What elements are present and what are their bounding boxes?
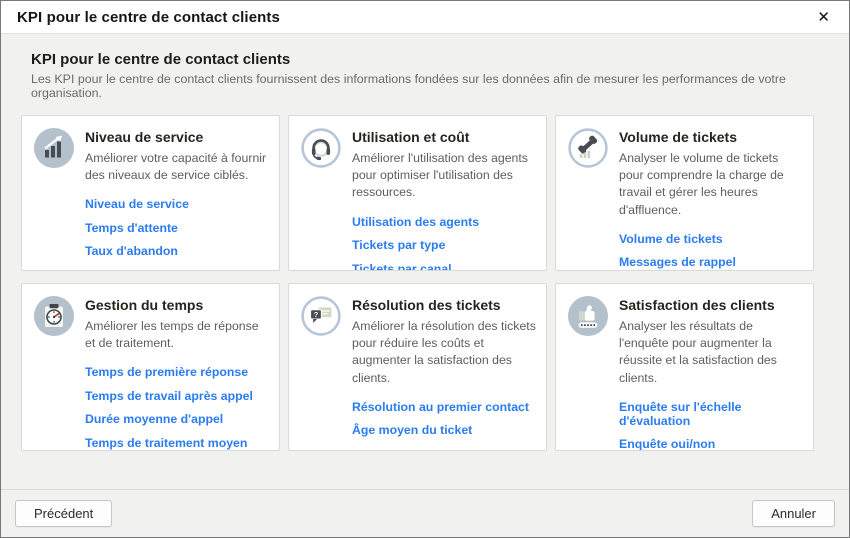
card-volume-de-tickets: Volume de tickets Analyser le volume de … (555, 115, 814, 271)
card-title: Utilisation et coût (352, 129, 536, 145)
kpi-link[interactable]: Résolution au premier contact (352, 400, 536, 414)
kpi-link[interactable]: Utilisation des agents (352, 215, 536, 229)
card-title: Niveau de service (85, 129, 269, 145)
kpi-link[interactable]: Durée moyenne d'appel (85, 412, 269, 426)
chat-question-icon: ? (301, 296, 341, 336)
card-links: Volume de tickets Messages de rappel Tra… (619, 232, 803, 271)
dialog-content: KPI pour le centre de contact clients Le… (1, 34, 849, 489)
card-description: Analyser le volume de tickets pour compr… (619, 150, 803, 219)
cancel-button[interactable]: Annuler (752, 500, 835, 527)
card-title: Volume de tickets (619, 129, 803, 145)
kpi-link[interactable]: Temps de travail après appel (85, 389, 269, 403)
kpi-link[interactable]: Temps de traitement moyen (85, 436, 269, 450)
kpi-link[interactable]: Tickets par type (352, 238, 536, 252)
kpi-link[interactable]: Enquête sur l'échelle d'évaluation (619, 400, 803, 428)
card-description: Améliorer l'utilisation des agents pour … (352, 150, 536, 202)
kpi-dialog: KPI pour le centre de contact clients ✕ … (0, 0, 850, 538)
card-body: Satisfaction des clients Analyser les ré… (619, 296, 803, 451)
card-description: Améliorer votre capacité à fournir des n… (85, 150, 269, 184)
dialog-titlebar: KPI pour le centre de contact clients ✕ (1, 1, 849, 34)
card-title: Satisfaction des clients (619, 297, 803, 313)
kpi-link[interactable]: Temps de première réponse (85, 365, 269, 379)
page-subtitle: Les KPI pour le centre de contact client… (31, 72, 829, 100)
card-links: Temps de première réponse Temps de trava… (85, 365, 269, 450)
previous-button[interactable]: Précédent (15, 500, 112, 527)
bar-chart-trend-icon (34, 128, 74, 168)
card-description: Améliorer les temps de réponse et de tra… (85, 318, 269, 352)
window-title: KPI pour le centre de contact clients (17, 9, 810, 26)
phone-volume-icon (568, 128, 608, 168)
kpi-link[interactable]: Taux d'abandon (85, 244, 269, 258)
card-title: Résolution des tickets (352, 297, 536, 313)
card-gestion-du-temps: Gestion du temps Améliorer les temps de … (21, 283, 280, 451)
card-description: Analyser les résultats de l'enquête pour… (619, 318, 803, 387)
kpi-link[interactable]: Messages de rappel (619, 255, 803, 269)
card-utilisation-et-cout: Utilisation et coût Améliorer l'utilisat… (288, 115, 547, 271)
kpi-link[interactable]: Vitesse moyenne de réponse (85, 268, 269, 271)
svg-text:?: ? (314, 310, 319, 319)
dialog-footer: Précédent Annuler (1, 489, 849, 537)
kpi-link[interactable]: Tickets par canal (352, 262, 536, 271)
card-links: Enquête sur l'échelle d'évaluation Enquê… (619, 400, 803, 451)
card-resolution-des-tickets: ? Résolution des tickets Améliorer la ré… (288, 283, 547, 451)
kpi-link[interactable]: Âge moyen du ticket (352, 423, 536, 437)
card-body: Gestion du temps Améliorer les temps de … (85, 296, 269, 451)
card-links: Résolution au premier contact Âge moyen … (352, 400, 536, 438)
card-body: Volume de tickets Analyser le volume de … (619, 128, 803, 271)
kpi-link[interactable]: Volume de tickets (619, 232, 803, 246)
kpi-card-grid: Niveau de service Améliorer votre capaci… (21, 115, 829, 451)
card-satisfaction-des-clients: Satisfaction des clients Analyser les ré… (555, 283, 814, 451)
card-niveau-de-service: Niveau de service Améliorer votre capaci… (21, 115, 280, 271)
close-icon[interactable]: ✕ (810, 8, 837, 27)
thumbs-up-icon (568, 296, 608, 336)
kpi-link[interactable]: Temps d'attente (85, 221, 269, 235)
stopwatch-icon (34, 296, 74, 336)
kpi-link[interactable]: Niveau de service (85, 197, 269, 211)
card-body: Résolution des tickets Améliorer la réso… (352, 296, 536, 447)
card-title: Gestion du temps (85, 297, 269, 313)
headset-icon (301, 128, 341, 168)
card-body: Utilisation et coût Améliorer l'utilisat… (352, 128, 536, 271)
card-links: Niveau de service Temps d'attente Taux d… (85, 197, 269, 271)
card-body: Niveau de service Améliorer votre capaci… (85, 128, 269, 271)
kpi-link[interactable]: Enquête oui/non (619, 437, 803, 451)
card-description: Améliorer la résolution des tickets pour… (352, 318, 536, 387)
card-links: Utilisation des agents Tickets par type … (352, 215, 536, 271)
page-title: KPI pour le centre de contact clients (31, 51, 829, 68)
